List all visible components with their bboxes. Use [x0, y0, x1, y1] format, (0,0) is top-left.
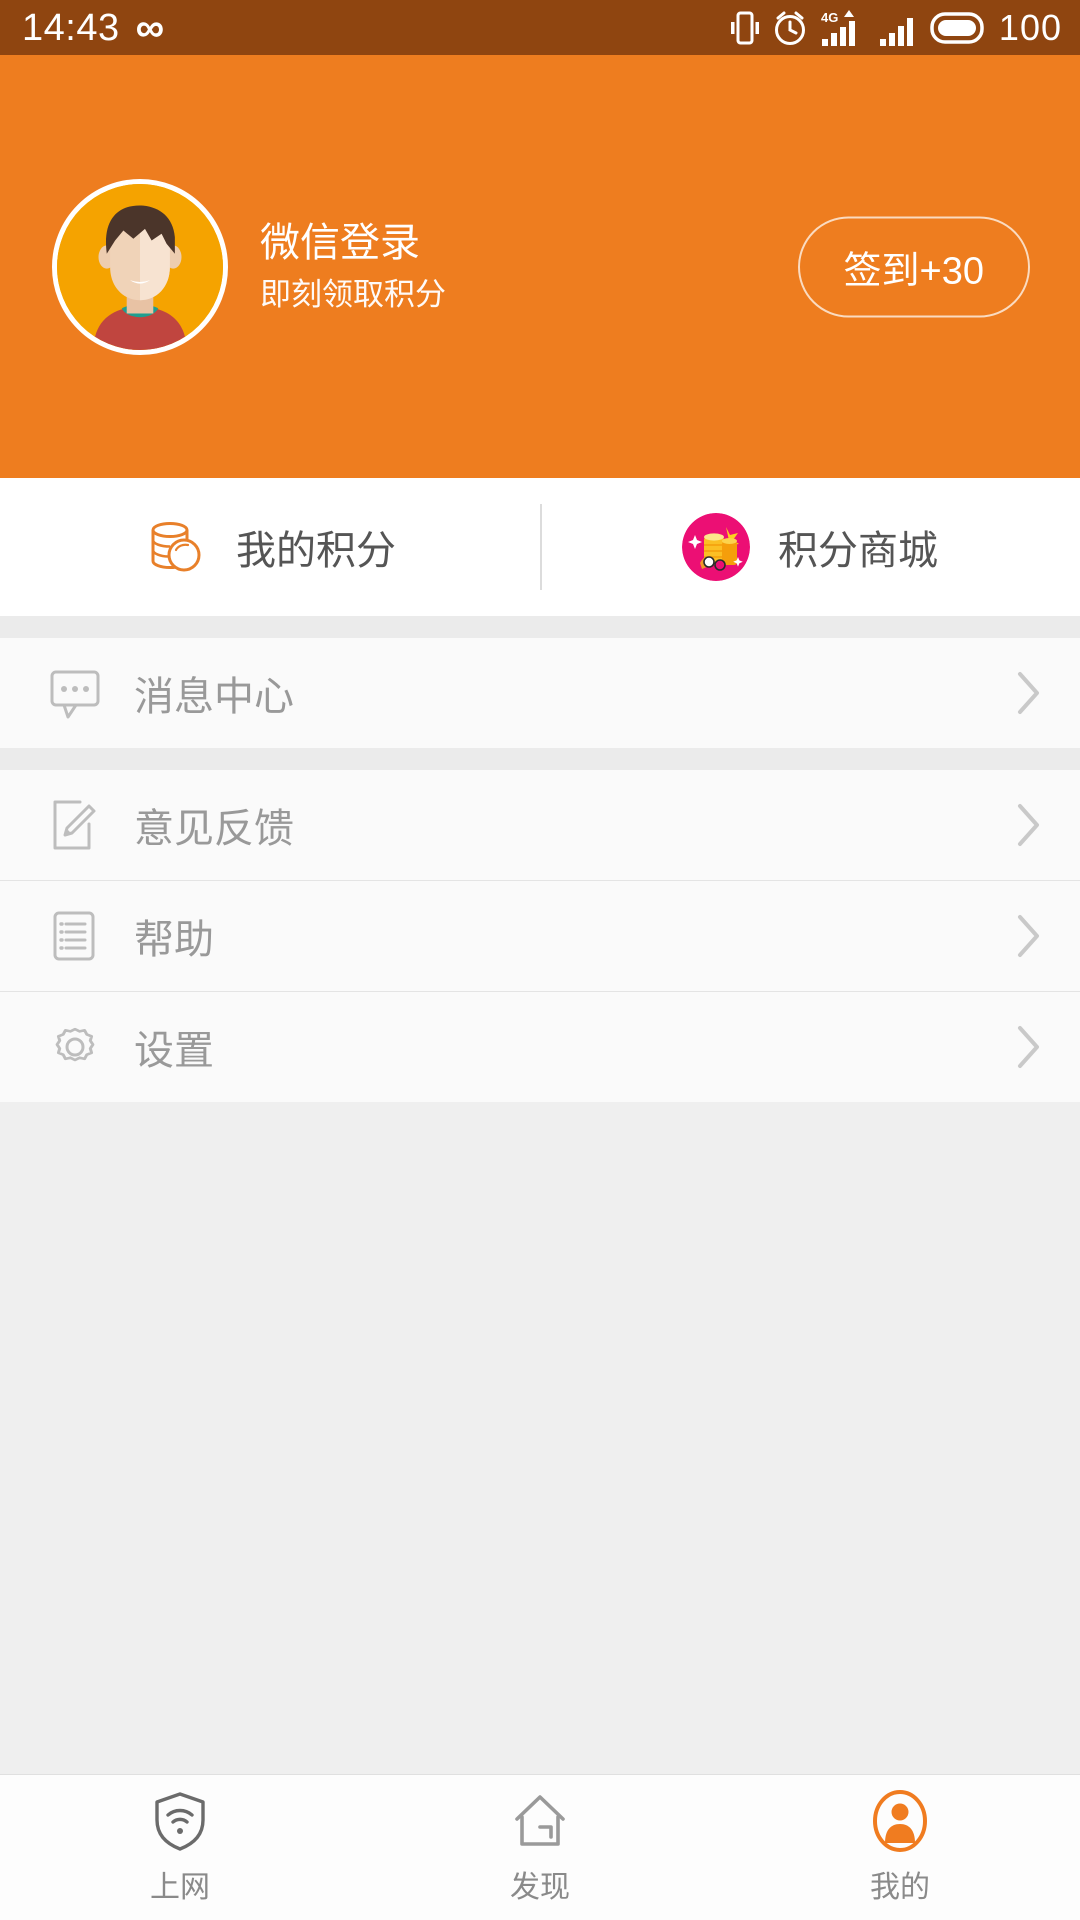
menu-label-message-center: 消息中心: [134, 675, 294, 719]
login-subtitle: 即刻领取积分: [260, 276, 446, 312]
tab-mine[interactable]: 我的: [720, 1789, 1080, 1906]
edit-pencil-icon: [53, 800, 96, 850]
section-gap-one: [0, 616, 1080, 638]
wifi-shield-icon: [155, 1791, 205, 1851]
document-list-icon: [53, 911, 95, 961]
infinity-icon: ∞: [135, 5, 165, 50]
tab-label-discover: 发现: [510, 1870, 570, 1904]
points-mall-label: 积分商城: [778, 529, 938, 573]
house-icon: [515, 1794, 565, 1846]
chevron-right-icon: [1018, 672, 1039, 714]
points-mall-entry[interactable]: 积分商城: [540, 513, 1080, 581]
status-bar-left: 14:43 ∞: [22, 8, 164, 48]
chevron-right-icon: [1018, 915, 1039, 957]
status-bar: 14:43 ∞ 4G 100: [0, 0, 1080, 55]
battery-icon: [930, 11, 984, 44]
menu-row-settings[interactable]: 设置: [0, 992, 1080, 1102]
tab-label-internet: 上网: [150, 1870, 210, 1904]
status-bar-clock: 14:43: [22, 6, 120, 49]
alarm-clock-icon: [774, 11, 805, 45]
menu-group-two: 意见反馈 帮助 设置: [0, 770, 1080, 1102]
battery-percent-label: 100: [998, 6, 1062, 48]
tab-discover[interactable]: 发现: [360, 1790, 720, 1906]
checkin-button[interactable]: 签到+30: [797, 216, 1030, 317]
vibrate-icon: [730, 11, 759, 44]
avatar[interactable]: [52, 178, 228, 355]
message-bubble-icon: [50, 670, 100, 719]
points-mall-icon: [682, 513, 750, 581]
menu-row-message-center[interactable]: 消息中心: [0, 638, 1080, 748]
content-filler: [0, 1102, 1080, 1657]
my-points-label: 我的积分: [236, 529, 396, 573]
points-divider: [540, 504, 542, 590]
menu-row-help[interactable]: 帮助: [0, 881, 1080, 991]
login-title[interactable]: 微信登录: [260, 218, 446, 269]
my-points-entry[interactable]: 我的积分: [0, 515, 540, 579]
person-circle-icon: [873, 1789, 927, 1852]
menu-label-help: 帮助: [134, 918, 214, 962]
avatar-illustration: [57, 183, 223, 350]
tab-internet[interactable]: 上网: [0, 1790, 360, 1906]
gear-icon: [55, 1027, 95, 1062]
menu-label-feedback: 意见反馈: [134, 807, 294, 851]
tab-label-mine: 我的: [870, 1870, 930, 1904]
menu-group-one: 消息中心: [0, 638, 1080, 748]
svg-text:4G: 4G: [821, 10, 838, 25]
menu-label-settings: 设置: [134, 1029, 214, 1073]
points-section: 我的积分 积分商城: [0, 478, 1080, 616]
chevron-right-icon: [1018, 1026, 1039, 1068]
section-gap-two: [0, 748, 1080, 770]
profile-header: 微信登录 即刻领取积分 签到+30: [0, 55, 1080, 478]
signal-bars-icon: [879, 17, 913, 46]
menu-row-feedback[interactable]: 意见反馈: [0, 770, 1080, 880]
identity-block: 微信登录 即刻领取积分: [260, 218, 446, 315]
status-bar-right: 4G 100: [730, 8, 1062, 48]
coin-stack-icon: [151, 522, 201, 572]
signal-4g-icon: 4G: [821, 9, 855, 46]
chevron-right-icon: [1018, 804, 1039, 846]
bottom-navigation: 上网 发现 我的: [0, 1774, 1080, 1920]
